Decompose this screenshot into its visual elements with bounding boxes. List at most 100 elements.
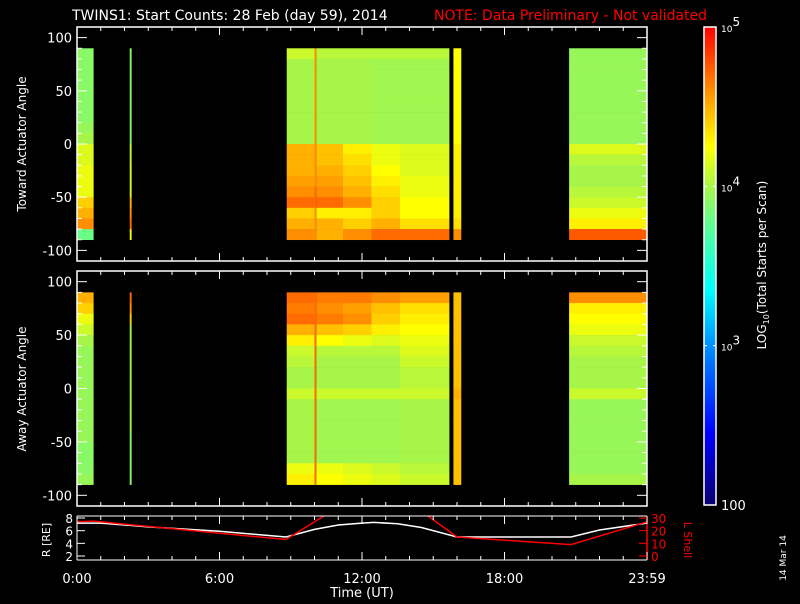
heatmap-cell [371,154,400,166]
heatmap-cell [343,292,372,304]
heatmap-cell [400,154,450,166]
heatmap-cell [77,324,94,336]
heatmap-cell [314,229,317,241]
heatmap-cell [286,69,315,81]
heatmap-cell [314,377,317,389]
heatmap-cell [129,335,132,347]
heatmap-cell [314,207,317,219]
heatmap-cell [286,399,315,411]
heatmap-cell [314,133,317,145]
heatmap-cell [343,463,372,475]
heatmap-cell [569,197,647,209]
heatmap-cell [129,367,132,379]
heatmap-cell [286,452,315,464]
heatmap-cell [129,420,132,432]
y-tick-label: 50 [55,329,72,344]
heatmap-cell [371,409,400,421]
heatmap-cell [77,345,94,357]
heatmap-cell [129,452,132,464]
heatmap-cell [371,144,400,155]
heatmap-cell [314,90,317,102]
heatmap-cell [343,165,372,177]
heatmap-cell [286,165,315,177]
y-tick-label: 50 [55,85,72,100]
heatmap-cell [77,335,94,347]
heatmap-cell [129,356,132,368]
heatmap-cell [569,48,647,60]
heatmap-cell [286,463,315,475]
heatmap-cell [400,58,450,70]
y-tick-label: 0 [651,550,659,564]
heatmap-cell [77,90,94,102]
heatmap-cell [129,473,132,485]
heatmap-cell [314,420,317,432]
colorbar-label: LOG10(Total Starts per Scan) [755,181,771,350]
heatmap-cell [371,122,400,134]
heatmap-cell [286,218,315,230]
heatmap-cell [316,452,343,464]
heatmap-cell [316,175,343,187]
heatmap-cell [371,133,400,145]
heatmap-cell [286,197,315,209]
heatmap-cell [286,388,315,400]
y-tick-label: 2 [65,550,73,564]
heatmap-cell [129,154,132,166]
heatmap-cell [343,207,372,219]
heatmap-cell [77,165,94,177]
heatmap-cell [316,69,343,81]
heatmap-cell [371,112,400,124]
heatmap-cell [400,420,450,432]
heatmap-cell [314,218,317,230]
heatmap-cell [129,388,132,400]
heatmap-cell [569,473,647,485]
heatmap-cell [316,377,343,389]
heatmap-cell [77,303,94,315]
heatmap-cell [314,122,317,134]
x-tick-label: 23:59 [628,572,665,587]
heatmap-cell [400,367,450,379]
heatmap-cell [286,101,315,113]
heatmap-cell [569,80,647,92]
heatmap-cell [77,154,94,166]
heatmap-cell [286,377,315,389]
heatmap-cell [371,197,400,209]
y-tick-label: -50 [51,436,72,451]
heatmap-cell [129,377,132,389]
heatmap-cell [316,367,343,379]
heatmap-cell [569,420,647,432]
heatmap-cell [453,165,462,177]
y-tick-label: -100 [42,244,72,259]
heatmap-cell [400,463,450,475]
heatmap-cell [569,144,647,155]
heatmap-cell [343,303,372,315]
heatmap-cell [371,399,400,411]
heatmap-cell [77,473,94,485]
heatmap-cell [286,133,315,145]
heatmap-cell [316,313,343,325]
heatmap-cell [343,367,372,379]
heatmap-cell [343,175,372,187]
heatmap-cell [316,112,343,124]
heatmap-cell [314,409,317,421]
heatmap-cell [77,112,94,124]
y-tick-label: 0 [64,383,72,398]
heatmap-cell [314,367,317,379]
heatmap-cell [453,335,462,347]
heatmap-cell [453,388,462,400]
heatmap-cell [129,144,132,155]
heatmap-cell [400,335,450,347]
heatmap-cell [314,431,317,443]
heatmap-cell [371,186,400,198]
heatmap-cell [343,356,372,368]
heatmap-cell [569,431,647,443]
heatmap-cell [400,431,450,443]
heatmap-cell [400,303,450,315]
heatmap-cell [343,473,372,485]
heatmap-cell [316,356,343,368]
heatmap-cell [129,165,132,177]
heatmap-cell [77,441,94,453]
heatmap-cell [77,122,94,134]
heatmap-cell [286,229,315,241]
heatmap-cell [286,207,315,219]
colorbar-tick-label: 104 [721,174,740,194]
